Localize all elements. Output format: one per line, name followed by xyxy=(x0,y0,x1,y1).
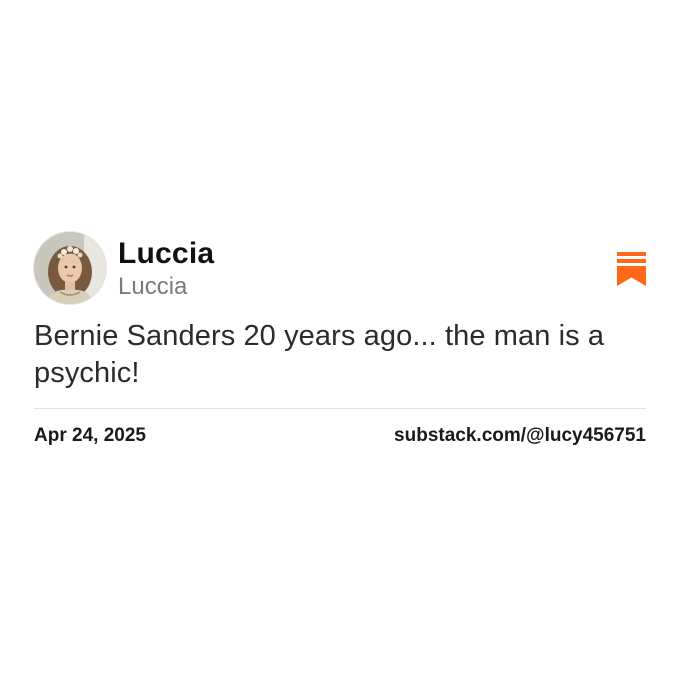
post-date: Apr 24, 2025 xyxy=(34,425,146,446)
avatar[interactable] xyxy=(34,232,106,304)
substack-logo-icon[interactable] xyxy=(617,252,646,286)
avatar-portrait-icon xyxy=(34,232,106,304)
post-card: Luccia Luccia Bernie Sanders 20 years ag… xyxy=(34,232,646,465)
post-header: Luccia Luccia xyxy=(34,232,646,306)
author-names: Luccia Luccia xyxy=(118,236,214,301)
author-handle[interactable]: Luccia xyxy=(118,273,214,301)
post-footer: Apr 24, 2025 substack.com/@lucy456751 xyxy=(34,425,646,465)
author-display-name[interactable]: Luccia xyxy=(118,236,214,272)
post-body-text: Bernie Sanders 20 years ago... the man i… xyxy=(34,320,605,389)
divider xyxy=(34,408,646,409)
source-link[interactable]: substack.com/@lucy456751 xyxy=(394,425,646,447)
